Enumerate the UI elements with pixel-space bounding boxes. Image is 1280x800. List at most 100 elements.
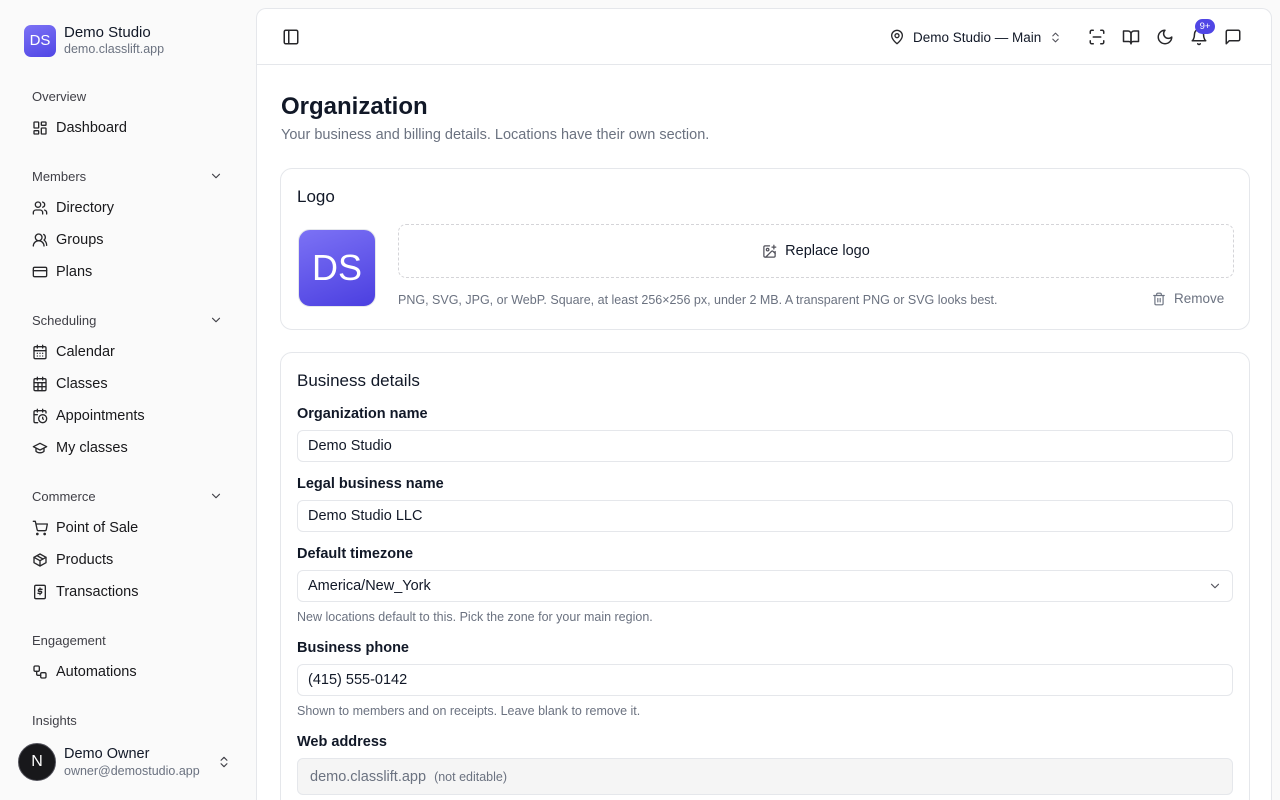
- timezone-help-text: New locations default to this. Pick the …: [297, 610, 653, 624]
- chevron-down-icon: [1210, 583, 1220, 589]
- section-overview: Overview: [32, 89, 87, 104]
- sidebar-toggle-button[interactable]: [277, 23, 305, 51]
- legal-name-label: Legal business name: [297, 476, 444, 492]
- scan-icon: [1089, 29, 1105, 45]
- logo-help-text: PNG, SVG, JPG, or WebP. Square, at least…: [398, 293, 998, 307]
- panel-left-icon: [283, 29, 299, 45]
- business-details-card: Business details Organization name Legal…: [280, 352, 1250, 800]
- sidebar-item-label: Transactions: [56, 584, 139, 600]
- sidebar: DS Demo Studio demo.classlift.app Overvi…: [0, 0, 256, 800]
- sidebar-item-automations[interactable]: Automations: [24, 658, 232, 686]
- brand-name: Demo Studio: [64, 24, 151, 41]
- sidebar-item-label: Plans: [56, 264, 93, 280]
- brand-domain: demo.classlift.app: [64, 42, 165, 56]
- sidebar-item-classes[interactable]: Classes: [24, 370, 232, 398]
- sidebar-item-calendar[interactable]: Calendar: [24, 338, 232, 366]
- credit-card-icon: [32, 266, 48, 278]
- chevron-down-icon[interactable]: [209, 169, 223, 183]
- sidebar-item-label: Directory: [56, 200, 115, 216]
- card-title: Business details: [297, 371, 420, 390]
- chevrons-up-down-icon: [1052, 32, 1060, 42]
- section-insights: Insights: [32, 713, 77, 728]
- cart-icon: [32, 520, 48, 536]
- sidebar-item-groups[interactable]: Groups: [24, 226, 232, 254]
- sidebar-item-label: Dashboard: [56, 120, 127, 136]
- sidebar-item-label: Products: [56, 552, 114, 568]
- not-editable-note: (not editable): [434, 769, 508, 784]
- sidebar-item-label: My classes: [56, 440, 128, 456]
- scan-button[interactable]: [1083, 23, 1111, 51]
- timezone-label: Default timezone: [297, 546, 414, 562]
- phone-label: Business phone: [297, 640, 409, 656]
- remove-logo-button[interactable]: Remove: [1152, 291, 1224, 306]
- logo-card: Logo DS Replace logo PNG, SVG, JPG, or W…: [280, 168, 1250, 330]
- location-switcher[interactable]: Demo Studio — Main: [889, 25, 1062, 49]
- image-plus-icon: [763, 244, 777, 258]
- workspace-switcher[interactable]: DS Demo Studio demo.classlift.app: [24, 24, 164, 57]
- workflow-icon: [33, 665, 47, 679]
- user-menu[interactable]: N Demo Owner owner@demostudio.app: [18, 742, 238, 782]
- sidebar-item-label: Groups: [56, 232, 104, 248]
- sidebar-item-label: Classes: [56, 376, 108, 392]
- message-square-icon: [1225, 29, 1241, 45]
- user-group-icon: [32, 233, 48, 247]
- user-email: owner@demostudio.app: [64, 763, 200, 778]
- replace-logo-button[interactable]: Replace logo: [398, 224, 1234, 278]
- sidebar-item-products[interactable]: Products: [24, 546, 232, 574]
- theme-toggle-button[interactable]: [1151, 23, 1179, 51]
- card-title: Logo: [297, 187, 335, 206]
- graduation-cap-icon: [32, 442, 48, 454]
- sidebar-item-directory[interactable]: Directory: [24, 194, 232, 222]
- sidebar-item-my-classes[interactable]: My classes: [24, 434, 232, 462]
- sidebar-item-transactions[interactable]: Transactions: [24, 578, 232, 606]
- notification-count-badge: 9+: [1195, 19, 1215, 34]
- calendar-grid-icon: [33, 376, 47, 392]
- book-open-icon: [1122, 30, 1140, 45]
- section-commerce: Commerce: [32, 489, 96, 504]
- section-engagement: Engagement: [32, 633, 106, 648]
- users-icon: [32, 201, 48, 215]
- sidebar-item-label: Calendar: [56, 344, 115, 360]
- org-name-input[interactable]: [297, 430, 1233, 462]
- messages-button[interactable]: [1219, 23, 1247, 51]
- main-panel: Demo Studio — Main 9+ Organization Your …: [256, 8, 1272, 800]
- avatar: N: [18, 743, 56, 781]
- chevron-down-icon[interactable]: [209, 489, 223, 503]
- chevrons-up-down-icon: [220, 756, 228, 768]
- timezone-value: America/New_York: [308, 578, 431, 594]
- web-address-value: demo.classlift.app: [310, 768, 427, 785]
- remove-logo-label: Remove: [1174, 291, 1225, 306]
- sidebar-item-label: Appointments: [56, 408, 145, 424]
- docs-button[interactable]: [1117, 23, 1145, 51]
- brand-logo: DS: [24, 24, 56, 57]
- page-title: Organization: [281, 93, 428, 120]
- legal-name-input[interactable]: [297, 500, 1233, 532]
- map-pin-icon: [891, 29, 903, 45]
- chevron-down-icon[interactable]: [209, 313, 223, 327]
- calendar-clock-icon: [33, 408, 48, 424]
- web-address-label: Web address: [297, 734, 387, 750]
- sidebar-item-point-of-sale[interactable]: Point of Sale: [24, 514, 232, 542]
- web-address-field: demo.classlift.app (not editable): [297, 758, 1233, 795]
- page-subtitle: Your business and billing details. Locat…: [281, 127, 710, 143]
- section-scheduling: Scheduling: [32, 313, 97, 328]
- location-label: Demo Studio — Main: [913, 29, 1042, 45]
- calendar-icon: [33, 344, 47, 360]
- phone-input[interactable]: [297, 664, 1233, 696]
- replace-logo-label: Replace logo: [785, 243, 870, 259]
- sidebar-item-appointments[interactable]: Appointments: [24, 402, 232, 430]
- org-name-label: Organization name: [297, 406, 428, 422]
- topbar: Demo Studio — Main 9+: [257, 9, 1271, 65]
- trash-icon: [1153, 292, 1165, 305]
- receipt-dollar-icon: [34, 584, 46, 600]
- sidebar-item-plans[interactable]: Plans: [24, 258, 232, 286]
- phone-help-text: Shown to members and on receipts. Leave …: [297, 704, 641, 718]
- sidebar-item-label: Automations: [56, 664, 137, 680]
- timezone-select[interactable]: America/New_York: [297, 570, 1233, 602]
- section-members: Members: [32, 169, 87, 184]
- package-icon: [33, 553, 47, 567]
- logo-preview: DS: [298, 229, 376, 307]
- moon-icon: [1157, 29, 1173, 45]
- dashboard-icon: [33, 121, 47, 135]
- sidebar-item-dashboard[interactable]: Dashboard: [24, 114, 232, 142]
